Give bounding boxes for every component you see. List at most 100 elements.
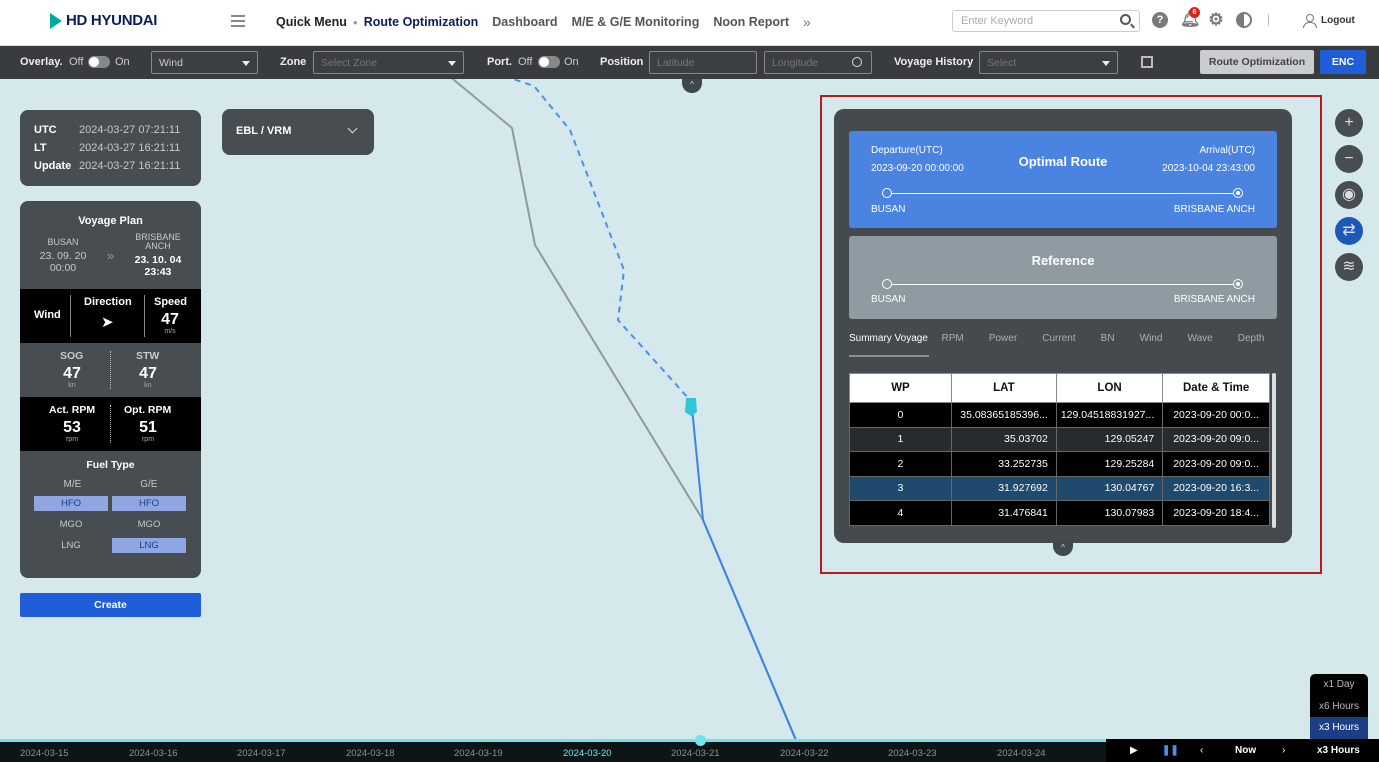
longitude-input[interactable]: Longitude bbox=[764, 51, 872, 74]
table-row-selected[interactable]: 3 31.927692 130.04767 2023-09-20 16:3... bbox=[849, 475, 1270, 501]
act-rpm-label: Act. RPM bbox=[49, 404, 96, 416]
logout-button[interactable]: Logout bbox=[1303, 14, 1355, 28]
tab-bn[interactable]: BN bbox=[1088, 333, 1127, 357]
arrival-label: Arrival(UTC) bbox=[1199, 145, 1255, 156]
time-panel: UTC 2024-03-27 07:21:11 LT 2024-03-27 16:2… bbox=[20, 110, 201, 186]
playback-speed-menu: x1 Day x6 Hours x3 Hours bbox=[1310, 674, 1368, 740]
zoom-in-icon[interactable]: + bbox=[1335, 109, 1363, 137]
optimal-route-past-line bbox=[479, 45, 691, 401]
zone-select[interactable]: Select Zone bbox=[313, 51, 464, 74]
chevron-down-icon bbox=[242, 61, 250, 66]
nav-dashboard[interactable]: Dashboard bbox=[492, 15, 557, 29]
optimal-route-card[interactable]: Departure(UTC) 2023-09-20 00:00:00 Optim… bbox=[849, 131, 1277, 228]
tab-wave[interactable]: Wave bbox=[1175, 333, 1225, 357]
me-fuel-lng[interactable]: LNG bbox=[34, 538, 108, 553]
table-row[interactable]: 1 35.03702 129.05247 2023-09-20 09:0... bbox=[849, 426, 1270, 452]
create-button[interactable]: Create bbox=[20, 593, 201, 617]
search-input[interactable]: Enter Keyword bbox=[952, 10, 1140, 32]
now-button[interactable]: Now bbox=[1235, 745, 1256, 756]
sog-stw-block: SOG 47 kn STW 47 kn bbox=[20, 343, 201, 397]
search-icon[interactable] bbox=[1120, 14, 1131, 25]
timeline-handle[interactable] bbox=[695, 735, 706, 746]
tab-rpm[interactable]: RPM bbox=[929, 333, 976, 357]
arrival-time: 2023-10-04 23:43:00 bbox=[1162, 163, 1255, 174]
route-optimization-button[interactable]: Route Optimization bbox=[1200, 50, 1314, 74]
target-location-icon[interactable]: ◉ bbox=[1335, 181, 1363, 209]
voyage-history-select[interactable]: Select bbox=[979, 51, 1118, 74]
latitude-placeholder: Latitude bbox=[657, 57, 695, 69]
speed-option-6-hours[interactable]: x6 Hours bbox=[1310, 696, 1368, 718]
brand-logo[interactable]: HD HYUNDAI bbox=[50, 12, 157, 29]
latitude-input[interactable]: Latitude bbox=[649, 51, 757, 74]
step-back-icon[interactable]: ‹ bbox=[1200, 745, 1203, 756]
table-row[interactable]: 0 35.08365185396... 129.04518831927... 2… bbox=[849, 402, 1270, 428]
nav-noon-report[interactable]: Noon Report bbox=[713, 15, 789, 29]
overlay-toggle[interactable] bbox=[88, 56, 110, 68]
step-forward-icon[interactable]: › bbox=[1282, 745, 1285, 756]
menu-icon[interactable] bbox=[231, 15, 245, 30]
col-lat[interactable]: LAT bbox=[950, 373, 1057, 403]
speed-option-3-hours[interactable]: x3 Hours bbox=[1310, 717, 1368, 739]
collapse-toolbar-icon[interactable]: ^ bbox=[682, 79, 702, 93]
notification-badge: 6 bbox=[1189, 7, 1200, 18]
origin-time: 00:00 bbox=[49, 261, 77, 274]
table-scrollbar[interactable] bbox=[1272, 373, 1276, 528]
zoom-out-icon[interactable]: − bbox=[1335, 145, 1363, 173]
ge-fuel-mgo[interactable]: MGO bbox=[112, 517, 186, 532]
nav-monitoring[interactable]: M/E & G/E Monitoring bbox=[572, 15, 700, 29]
notification-bell-icon[interactable]: 🔔︎ 6 bbox=[1180, 7, 1200, 28]
datetime-cell: 2023-09-20 09:0... bbox=[1162, 451, 1270, 477]
col-lon[interactable]: LON bbox=[1055, 373, 1164, 403]
tab-wind[interactable]: Wind bbox=[1127, 333, 1175, 357]
table-row[interactable]: 4 31.476841 130.07983 2023-09-20 18:4... bbox=[849, 500, 1270, 526]
tab-depth[interactable]: Depth bbox=[1225, 333, 1277, 357]
me-fuel-mgo[interactable]: MGO bbox=[34, 517, 108, 532]
port-label: Port. bbox=[487, 56, 513, 68]
nav-more-icon[interactable]: » bbox=[803, 14, 811, 30]
datetime-cell: 2023-09-20 09:0... bbox=[1162, 426, 1270, 452]
settings-gear-icon[interactable]: ⚙︎ bbox=[1208, 11, 1224, 28]
zone-select-placeholder: Select Zone bbox=[321, 57, 378, 69]
help-icon[interactable]: ? bbox=[1152, 12, 1168, 28]
map-toolbar: Overlay. Off On Wind Zone Select Zone Po… bbox=[0, 46, 1379, 79]
position-search-icon[interactable] bbox=[852, 57, 862, 67]
tab-power[interactable]: Power bbox=[976, 333, 1029, 357]
wind-direction-label: Direction bbox=[84, 296, 132, 308]
quick-menu-link[interactable]: Quick Menu bbox=[276, 15, 347, 29]
optimal-destination-label: BRISBANE ANCH bbox=[1173, 204, 1255, 215]
destination-port-suffix: ANCH bbox=[145, 241, 171, 251]
col-datetime[interactable]: Date & Time bbox=[1162, 373, 1270, 403]
utc-row: UTC 2024-03-27 07:21:11 bbox=[34, 121, 187, 139]
overlay-select[interactable]: Wind bbox=[151, 51, 258, 74]
route-tool-icon[interactable]: ⇄ bbox=[1335, 217, 1363, 245]
opt-rpm-value: 51 bbox=[139, 419, 157, 436]
table-row[interactable]: 2 33.252735 129.25284 2023-09-20 09:0... bbox=[849, 451, 1270, 477]
speed-option-1-day[interactable]: x1 Day bbox=[1310, 674, 1368, 696]
tab-current[interactable]: Current bbox=[1030, 333, 1088, 357]
tab-summary-voyage[interactable]: Summary Voyage bbox=[849, 333, 929, 357]
destination-time: 23:43 bbox=[144, 266, 172, 278]
enc-button[interactable]: ENC bbox=[1320, 50, 1366, 74]
ge-fuel-lng[interactable]: LNG bbox=[112, 538, 186, 553]
port-on-label: On bbox=[564, 56, 579, 68]
col-wp[interactable]: WP bbox=[849, 373, 952, 403]
overlay-off-label: Off bbox=[69, 56, 84, 68]
update-label: Update bbox=[34, 160, 72, 172]
play-icon[interactable]: ▶ bbox=[1130, 745, 1138, 756]
ge-fuel-hfo[interactable]: HFO bbox=[112, 496, 186, 511]
weather-wind-icon[interactable]: ≋ bbox=[1335, 253, 1363, 281]
timeline-bar[interactable]: 2024-03-15 2024-03-16 2024-03-17 2024-03… bbox=[0, 735, 1106, 762]
reference-route-card[interactable]: Reference BUSAN BRISBANE ANCH bbox=[849, 236, 1277, 319]
port-toggle[interactable] bbox=[538, 56, 560, 68]
pause-icon[interactable]: ❚❚ bbox=[1162, 745, 1179, 756]
theme-toggle-icon[interactable] bbox=[1236, 12, 1252, 28]
overlay-on-label: On bbox=[115, 56, 130, 68]
nav-route-optimization[interactable]: Route Optimization bbox=[364, 15, 479, 29]
playback-speed-button[interactable]: x3 Hours bbox=[1317, 745, 1360, 756]
map-layer-icon[interactable] bbox=[1141, 56, 1153, 68]
voyage-route-summary: BUSAN 23. 09. 20 00:00 » BRISBANE ANCH 2… bbox=[20, 233, 201, 279]
ebl-vrm-dropdown[interactable]: EBL / VRM bbox=[222, 109, 374, 155]
logout-label: Logout bbox=[1321, 15, 1355, 26]
me-fuel-hfo[interactable]: HFO bbox=[34, 496, 108, 511]
longitude-placeholder: Longitude bbox=[772, 57, 819, 69]
